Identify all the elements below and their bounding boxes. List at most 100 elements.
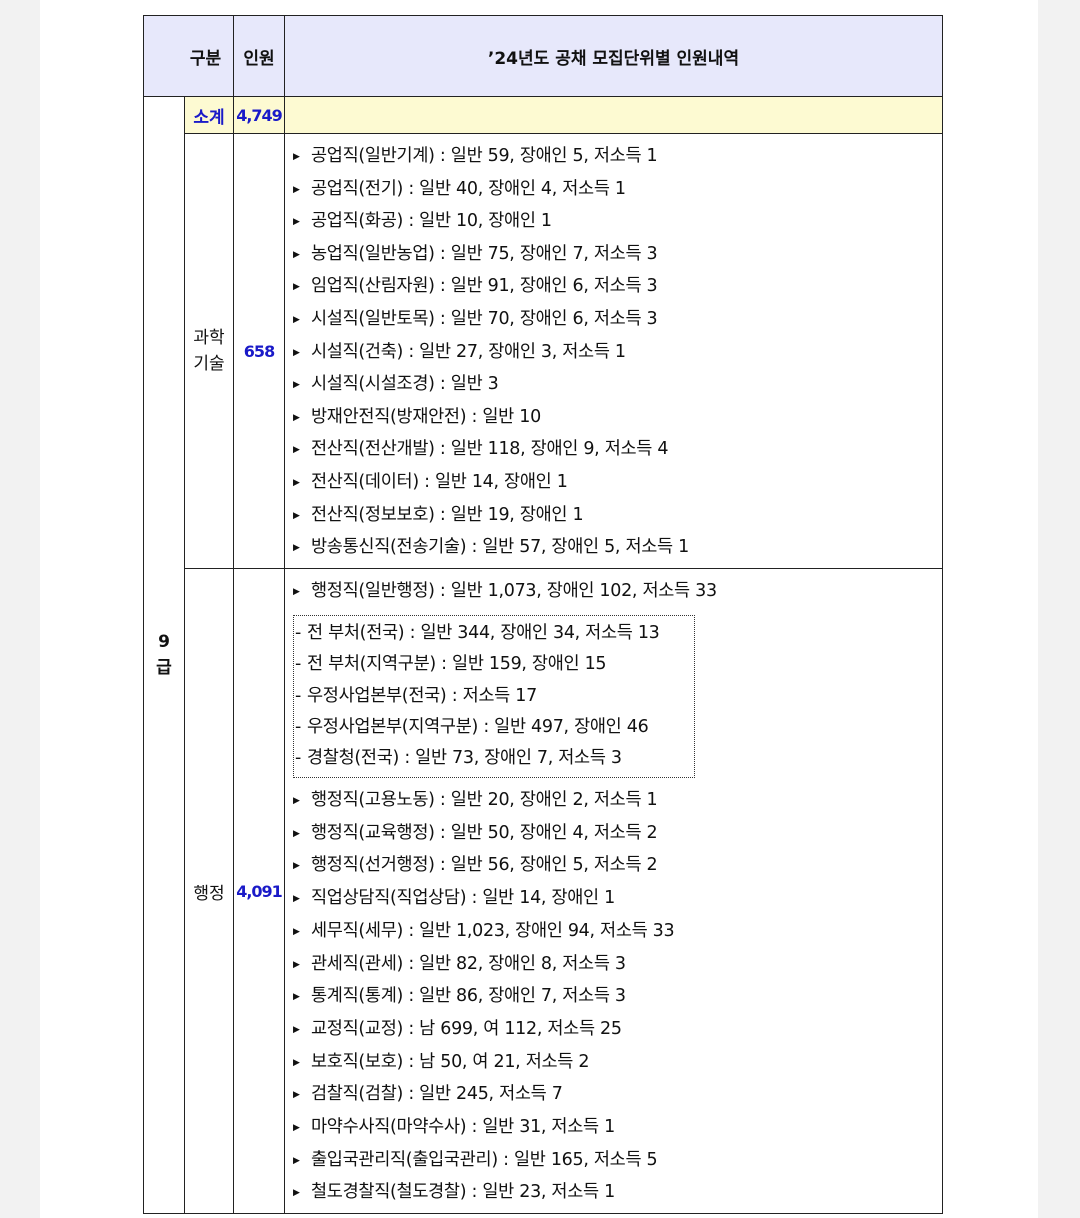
bullet-triangle-icon: ▶ [293,152,300,162]
science-item: ▶ 전산직(정보보호) : 일반 19, 장애인 1 [293,504,584,526]
science-item: ▶ 시설직(시설조경) : 일반 3 [293,374,499,395]
bullet-triangle-icon: ▶ [293,543,300,554]
science-item-text: 방재안전직(방재안전) : 일반 10 [311,406,541,427]
admin-item: ▶ 보호직(보호) : 남 50, 여 21, 저소득 2 [293,1052,589,1073]
science-item-text: 공업직(일반기계) : 일반 59, 장애인 5, 저소득 1 [311,146,658,166]
bullet-triangle-icon: ▶ [293,347,300,358]
science-item-text: 농업직(일반농업) : 일반 75, 장애인 7, 저소득 3 [311,243,658,264]
bullet-triangle-icon: ▶ [293,445,300,456]
bullet-triangle-icon: ▶ [293,184,300,195]
science-item-text: 공업직(전기) : 일반 40, 장애인 4, 저소득 1 [311,178,626,199]
science-item: ▶ 임업직(산림자원) : 일반 91, 장애인 6, 저소득 3 [293,276,658,297]
science-item: ▶ 전산직(전산개발) : 일반 118, 장애인 9, 저소득 4 [293,439,668,460]
science-item: ▶ 전산직(데이터) : 일반 14, 장애인 1 [293,472,568,493]
subtotal-label-cell: 소계 [184,96,234,134]
admin-item: ▶ 직업상담직(직업상담) : 일반 14, 장애인 1 [293,888,615,909]
bullet-triangle-icon: ▶ [293,412,300,423]
science-count-cell: 658 [233,133,285,569]
science-item-text: 전산직(정보보호) : 일반 19, 장애인 1 [311,504,584,525]
subtotal-detail-cell [284,96,943,134]
admin-item-text: 보호직(보호) : 남 50, 여 21, 저소득 2 [311,1051,590,1072]
science-count: 658 [243,341,275,361]
science-item: ▶ 시설직(일반토목) : 일반 70, 장애인 6, 저소득 3 [293,309,658,330]
admin-sub-item-text: 우정사업본부(지역구분) : 일반 497, 장애인 46 [307,716,649,737]
science-item: ▶ 농업직(일반농업) : 일반 75, 장애인 7, 저소득 3 [293,243,658,265]
science-item-text: 시설직(건축) : 일반 27, 장애인 3, 저소득 1 [311,341,626,362]
bullet-triangle-icon: ▶ [293,380,300,391]
bullet-triangle-icon: ▶ [293,315,300,325]
admin-item: ▶ 행정직(고용노동) : 일반 20, 장애인 2, 저소득 1 [293,790,658,811]
admin-item: ▶ 마약수사직(마약수사) : 일반 31, 저소득 1 [293,1117,615,1138]
science-label-line1: 과학 [193,328,225,348]
science-item-text: 시설직(시설조경) : 일반 3 [311,374,499,395]
science-item-text: 임업직(산림자원) : 일반 91, 장애인 6, 저소득 3 [311,276,658,297]
science-label-line2: 기술 [193,354,225,374]
science-label-cell: 과학 기술 [184,133,234,569]
admin-sub-item-text: 전 부처(전국) : 일반 344, 장애인 34, 저소득 13 [307,623,660,643]
subtotal-value-cell: 4,749 [233,96,285,134]
bullet-triangle-icon: ▶ [293,282,300,293]
admin-item-text: 행정직(고용노동) : 일반 20, 장애인 2, 저소득 1 [311,790,658,810]
admin-item: ▶ 행정직(교육행정) : 일반 50, 장애인 4, 저소득 2 [293,822,658,844]
admin-sub-box: -전 부처(전국) : 일반 344, 장애인 34, 저소득 13- 전 부처(… [293,615,695,778]
admin-sub-item: -전 부처(지역구분) : 일반 159, 장애인 15 [295,654,607,675]
admin-item-text: 교정직(교정) : 남 699, 여 112, 저소득 25 [311,1018,622,1039]
science-item: ▶ 공업직(전기) : 일반 40, 장애인 4, 저소득 1 [293,179,626,200]
admin-sub-item: - 우정사업본부(전국) : 저소득 17 [295,686,537,706]
admin-item: ▶ 교정직(교정) : 남 699, 여 112, 저소득 25 [293,1019,622,1040]
bullet-triangle-icon: ▶ [293,1057,300,1068]
header-inwon-label: 인원 [243,48,275,69]
bullet-dash-icon: - [295,623,302,643]
admin-item: ▶ 철도경찰직(철도경찰) : 일반 23, 저소득 1 [293,1182,615,1203]
bullet-triangle-icon: ▶ [293,510,300,521]
admin-item: ▶ 출입국관리직(출입국관리) : 일반 165, 저소득 5 [293,1150,658,1171]
bullet-triangle-icon: ▶ [293,1155,300,1166]
grade-number: 9 [158,632,170,652]
admin-item-text: 직업상담직(직업상담) : 일반 14, 장애인 1 [311,888,615,909]
admin-item: ▶ 관세직(관세) : 일반 82, 장애인 8, 저소득 3 [293,954,626,975]
bullet-triangle-icon: ▶ [293,959,300,970]
subtotal-value: 4,749 [236,105,283,125]
admin-first-item-text: 행정직(일반행정) : 일반 1,073, 장애인 102, 저소득 33 [311,581,717,601]
admin-label: 행정 [193,883,225,904]
bullet-triangle-icon: ▶ [293,796,300,806]
bullet-dash-icon: - [295,654,302,675]
bullet-triangle-icon: ▶ [293,587,300,597]
admin-item: ▶ 검찰직(검찰) : 일반 245, 저소득 7 [293,1084,563,1105]
bullet-triangle-icon: ▶ [293,894,300,905]
header-detail-label: ’24년도 공채 모집단위별 인원내역 [487,48,740,69]
bullet-triangle-icon: ▶ [293,478,300,488]
science-item: ▶ 방재안전직(방재안전) : 일반 10 [293,407,541,428]
admin-item-text: 철도경찰직(철도경찰) : 일반 23, 저소득 1 [311,1182,615,1203]
grade-cell: 9 급 [143,96,185,1214]
admin-item-text: 행정직(교육행정) : 일반 50, 장애인 4, 저소득 2 [311,822,658,843]
grade-suffix: 급 [156,658,172,678]
admin-item: ▶ 통계직(통계) : 일반 86, 장애인 7, 저소득 3 [293,986,626,1007]
bullet-triangle-icon: ▶ [293,1024,300,1035]
bullet-dash-icon: - [295,716,302,737]
admin-sub-item: - 우정사업본부(지역구분) : 일반 497, 장애인 46 [295,716,649,737]
science-item: ▶ 방송통신직(전송기술) : 일반 57, 장애인 5, 저소득 1 [293,537,689,558]
admin-sub-item-text: 전 부처(지역구분) : 일반 159, 장애인 15 [307,654,607,675]
admin-count: 4,091 [236,881,283,901]
admin-item-text: 행정직(선거행정) : 일반 56, 장애인 5, 저소득 2 [311,855,658,876]
bullet-triangle-icon: ▶ [293,861,300,872]
bullet-triangle-icon: ▶ [293,1188,300,1199]
bullet-triangle-icon: ▶ [293,217,300,228]
bullet-triangle-icon: ▶ [293,1090,300,1101]
admin-detail-cell: ▶ 행정직(일반행정) : 일반 1,073, 장애인 102, 저소득 33 -… [284,568,943,1214]
admin-count-cell: 4,091 [233,568,285,1214]
science-item: ▶ 공업직(일반기계) : 일반 59, 장애인 5, 저소득 1 [293,146,658,167]
header-detail: ’24년도 공채 모집단위별 인원내역 [284,15,943,97]
bullet-triangle-icon: ▶ [293,249,300,260]
admin-sub-item: - 경찰청(전국) : 일반 73, 장애인 7, 저소득 3 [295,748,622,768]
bullet-triangle-icon: ▶ [293,992,300,1003]
bullet-triangle-icon: ▶ [293,926,300,937]
document-page: 구분 인원 ’24년도 공채 모집단위별 인원내역 9 급 소계 4,749 과… [40,0,1038,1218]
science-item-text: 전산직(데이터) : 일반 14, 장애인 1 [311,472,568,492]
admin-item: ▶ 행정직(선거행정) : 일반 56, 장애인 5, 저소득 2 [293,855,658,876]
admin-label-cell: 행정 [184,568,234,1214]
bullet-triangle-icon: ▶ [293,1123,300,1133]
science-item-text: 방송통신직(전송기술) : 일반 57, 장애인 5, 저소득 1 [311,537,689,558]
bullet-dash-icon: - [295,685,302,706]
